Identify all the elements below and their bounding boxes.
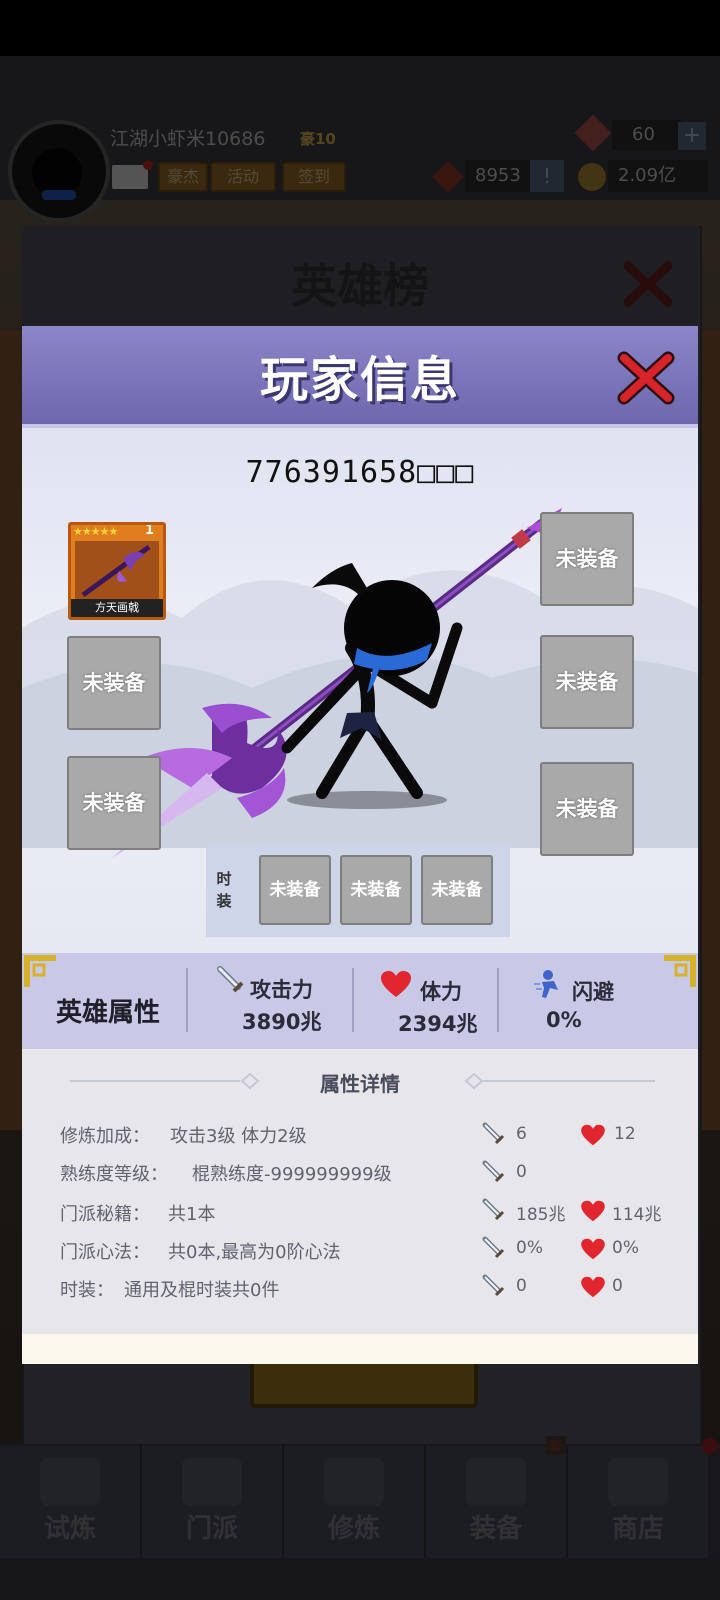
- equip-slot-left-3[interactable]: 未装备: [67, 756, 161, 850]
- close-icon[interactable]: [616, 348, 676, 408]
- heart-icon: [581, 1124, 605, 1146]
- sword-icon: [482, 1160, 505, 1183]
- detail-attack-value: 0%: [516, 1238, 543, 1258]
- sword-icon: [482, 1122, 505, 1145]
- sword-icon: [482, 1274, 505, 1297]
- detail-row-label: 门派心法：: [60, 1242, 150, 1263]
- sword-icon: [482, 1236, 505, 1259]
- player-id: 776391658□□□: [245, 455, 475, 490]
- detail-row-value: 通用及棍时装共0件: [124, 1280, 280, 1301]
- attr-divider: [352, 968, 354, 1032]
- detail-row-value: 共1本: [168, 1204, 216, 1225]
- dodge-label: 闪避: [572, 980, 614, 1004]
- popup-title: 玩家信息: [259, 352, 460, 408]
- detail-row-value: 共0本,最高为0阶心法: [168, 1242, 341, 1263]
- detail-row-label: 熟练度等级：: [60, 1164, 168, 1185]
- detail-stamina-value: 0: [612, 1276, 623, 1296]
- fashion-slot-3[interactable]: 未装备: [421, 855, 493, 925]
- weapon-slot[interactable]: ★★★★★ 1 方天画戟: [68, 522, 166, 620]
- equip-slot-left-2[interactable]: 未装备: [67, 636, 161, 730]
- stamina-label: 体力: [420, 980, 462, 1004]
- attack-label: 攻击力: [250, 978, 313, 1002]
- dodge-icon: [534, 970, 558, 998]
- corner-ornament-right: [664, 955, 696, 987]
- fashion-label: 时 装: [214, 868, 234, 912]
- sword-icon: [217, 966, 244, 993]
- fashion-label-char-1: 时: [216, 870, 232, 888]
- fashion-slot-2[interactable]: 未装备: [340, 855, 412, 925]
- detail-row-value: 攻击3级 体力2级: [170, 1126, 307, 1147]
- hero-attributes-title: 英雄属性: [56, 998, 161, 1028]
- detail-row-value: 棍熟练度-999999999级: [192, 1164, 392, 1185]
- weapon-name: 方天画戟: [71, 599, 163, 617]
- weapon-star-rating: ★★★★★: [73, 525, 118, 538]
- equip-slot-right-2[interactable]: 未装备: [540, 635, 634, 729]
- halberd-icon: [75, 541, 159, 599]
- detail-stamina-value: 0%: [612, 1238, 639, 1258]
- dodge-value: 0%: [546, 1008, 582, 1032]
- heart-icon: [581, 1200, 605, 1222]
- attack-value: 3890兆: [242, 1010, 322, 1034]
- attr-divider: [497, 968, 499, 1032]
- heart-icon: [581, 1276, 605, 1298]
- fashion-slot-1[interactable]: 未装备: [259, 855, 331, 925]
- attr-divider: [186, 968, 188, 1032]
- detail-attack-value: 6: [516, 1124, 527, 1144]
- detail-attack-value: 0: [516, 1276, 527, 1296]
- detail-stamina-value: 114兆: [612, 1205, 662, 1225]
- detail-row-label: 时装：: [60, 1280, 114, 1301]
- detail-row-label: 门派秘籍：: [60, 1204, 150, 1225]
- detail-attack-value: 0: [516, 1162, 527, 1182]
- corner-ornament-left: [24, 955, 56, 987]
- equip-slot-right-3[interactable]: 未装备: [540, 762, 634, 856]
- details-title: 属性详情: [320, 1072, 400, 1096]
- heart-icon: [581, 1238, 605, 1260]
- sword-icon: [482, 1198, 505, 1221]
- fashion-label-char-2: 装: [216, 892, 232, 910]
- heart-icon: [381, 971, 411, 997]
- detail-attack-value: 185兆: [516, 1205, 566, 1225]
- weapon-level: 1: [145, 523, 155, 538]
- stamina-value: 2394兆: [398, 1012, 478, 1036]
- equip-slot-right-1[interactable]: 未装备: [540, 512, 634, 606]
- detail-stamina-value: 12: [614, 1124, 636, 1144]
- detail-row-label: 修炼加成：: [60, 1126, 150, 1147]
- popup-footer: [22, 1334, 698, 1364]
